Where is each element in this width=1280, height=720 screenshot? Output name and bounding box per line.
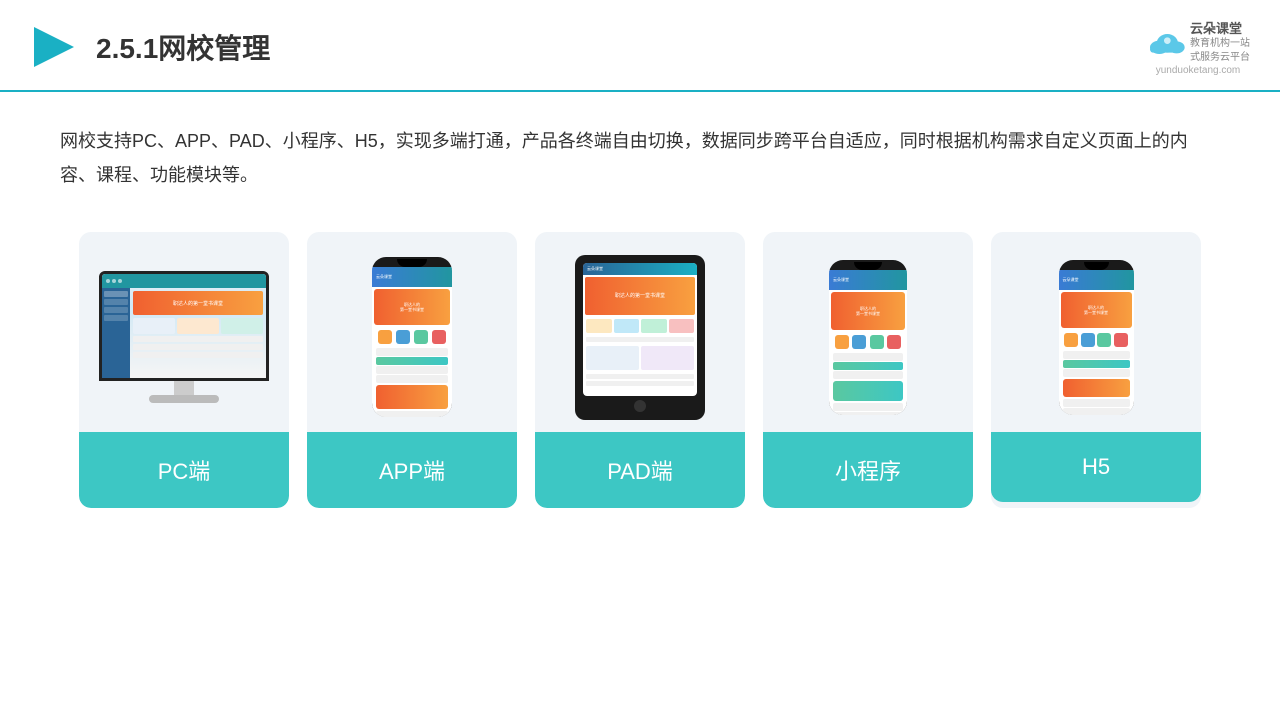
cards-container: 职达人的第一堂书课堂 bbox=[0, 212, 1280, 538]
card-pad: 云朵课堂 职达人的第一堂书课堂 bbox=[535, 232, 745, 508]
miniprogram-image-area: 云朵课堂 职达人的第一堂书课堂 bbox=[763, 232, 973, 432]
pc-label: PC端 bbox=[79, 432, 289, 508]
page-header: 2.5.1网校管理 云朵课堂 教育机构一站式服务云平台 yunduoketang… bbox=[0, 0, 1280, 92]
page-title: 2.5.1网校管理 bbox=[96, 27, 270, 67]
logo-name: 云朵课堂 bbox=[1190, 18, 1250, 37]
h5-image-area: 云朵课堂 职达人的第一堂书课堂 bbox=[991, 232, 1201, 432]
card-h5: 云朵课堂 职达人的第一堂书课堂 bbox=[991, 232, 1201, 508]
app-image-area: 云朵课堂 职达人的第一堂书课堂 bbox=[307, 232, 517, 432]
logo-tagline: 教育机构一站式服务云平台 bbox=[1190, 37, 1250, 65]
description-text: 网校支持PC、APP、PAD、小程序、H5，实现多端打通，产品各终端自由切换，数… bbox=[0, 92, 1280, 212]
h5-phone: 云朵课堂 职达人的第一堂书课堂 bbox=[1059, 260, 1134, 415]
play-icon bbox=[30, 23, 78, 71]
logo-area: 云朵课堂 教育机构一站式服务云平台 yunduoketang.com bbox=[1146, 18, 1250, 76]
monitor-screen: 职达人的第一堂书课堂 bbox=[99, 271, 269, 381]
pad-image-area: 云朵课堂 职达人的第一堂书课堂 bbox=[535, 232, 745, 432]
pc-image-area: 职达人的第一堂书课堂 bbox=[79, 232, 289, 432]
card-miniprogram: 云朵课堂 职达人的第一堂书课堂 bbox=[763, 232, 973, 508]
pad-tablet: 云朵课堂 职达人的第一堂书课堂 bbox=[575, 255, 705, 420]
miniprogram-phone: 云朵课堂 职达人的第一堂书课堂 bbox=[829, 260, 907, 415]
description-content: 网校支持PC、APP、PAD、小程序、H5，实现多端打通，产品各终端自由切换，数… bbox=[60, 131, 1188, 185]
app-phone: 云朵课堂 职达人的第一堂书课堂 bbox=[372, 257, 452, 417]
card-app: 云朵课堂 职达人的第一堂书课堂 bbox=[307, 232, 517, 508]
card-pc: 职达人的第一堂书课堂 bbox=[79, 232, 289, 508]
miniprogram-label: 小程序 bbox=[763, 432, 973, 508]
logo-text-group: 云朵课堂 教育机构一站式服务云平台 bbox=[1190, 18, 1250, 65]
pad-label: PAD端 bbox=[535, 432, 745, 508]
logo-cloud: 云朵课堂 教育机构一站式服务云平台 bbox=[1146, 18, 1250, 65]
logo-url: yunduoketang.com bbox=[1156, 65, 1241, 76]
cloud-icon bbox=[1146, 28, 1186, 56]
header-left: 2.5.1网校管理 bbox=[30, 23, 270, 71]
pc-monitor: 职达人的第一堂书课堂 bbox=[99, 271, 269, 403]
h5-label: H5 bbox=[991, 432, 1201, 502]
app-label: APP端 bbox=[307, 432, 517, 508]
